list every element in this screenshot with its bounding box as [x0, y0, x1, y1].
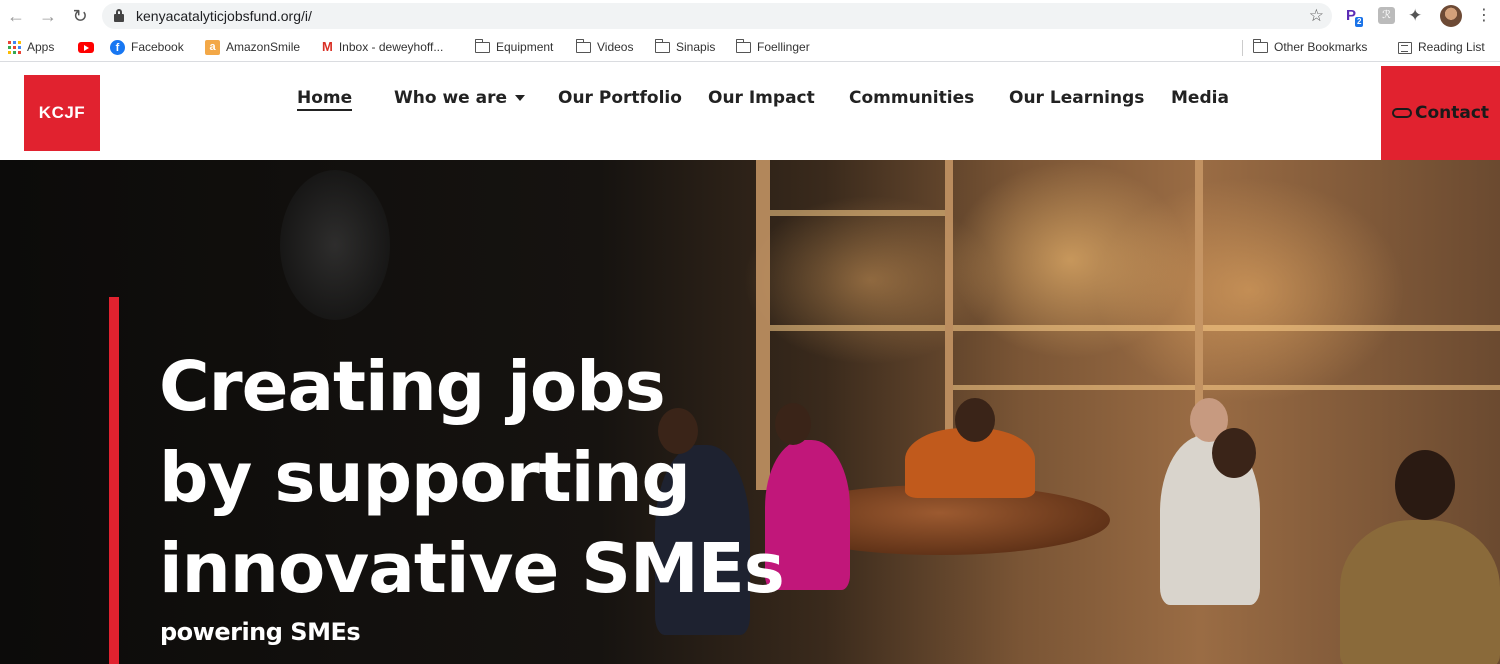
extension-badge: 2 [1355, 17, 1364, 27]
bookmarks-bar: Apps f Facebook a AmazonSmile M Inbox - dew… [0, 32, 1500, 62]
reading-list-label: Reading List [1418, 40, 1485, 54]
site-header: KCJF Home Who we are Our Portfolio Our I… [0, 66, 1500, 160]
bookmark-folder-equipment[interactable]: Equipment [474, 39, 554, 56]
lock-icon[interactable] [114, 9, 124, 22]
bookmark-amazonsmile[interactable]: a AmazonSmile [205, 40, 300, 56]
folder-icon [654, 39, 670, 54]
bookmark-label: Apps [27, 40, 55, 54]
extension-icon[interactable]: ℛ [1378, 7, 1395, 24]
other-bookmarks[interactable]: Other Bookmarks [1252, 39, 1368, 56]
hero-title: Creating jobs by supporting innovative S… [159, 342, 799, 615]
facebook-icon: f [110, 40, 125, 56]
nav-our-learnings[interactable]: Our Learnings [1009, 88, 1144, 108]
folder-icon [735, 39, 751, 54]
bookmark-label: AmazonSmile [226, 40, 301, 54]
bookmark-label: Foellinger [757, 40, 810, 54]
bookmark-apps[interactable]: Apps [8, 40, 54, 56]
hero-section: Creating jobs by supporting innovative S… [0, 160, 1500, 664]
nav-media[interactable]: Media [1171, 88, 1229, 108]
back-icon[interactable]: ← [5, 5, 27, 27]
hero-title-line: innovative SMEs [159, 529, 785, 609]
nav-our-impact[interactable]: Our Impact [708, 88, 815, 108]
extension-p-icon[interactable]: P2 [1346, 5, 1368, 27]
folder-icon [474, 39, 490, 54]
nav-communities[interactable]: Communities [849, 88, 974, 108]
bookmark-inbox[interactable]: M Inbox - deweyhoff... [322, 40, 443, 56]
amazon-icon: a [205, 40, 220, 56]
reading-list-icon [1398, 41, 1412, 54]
hero-subtitle: powering SMEs [160, 618, 361, 646]
nav-who-we-are[interactable]: Who we are [394, 88, 525, 108]
bookmarks-separator [1242, 40, 1243, 56]
bookmark-folder-videos[interactable]: Videos [575, 39, 634, 56]
profile-avatar[interactable] [1440, 5, 1462, 27]
bookmark-star-icon[interactable]: ☆ [1309, 6, 1324, 26]
bookmark-youtube[interactable] [78, 40, 100, 56]
extensions-puzzle-icon[interactable]: ✦ [1408, 5, 1430, 27]
reading-list[interactable]: Reading List [1398, 40, 1485, 56]
browser-toolbar: ← → ↻ kenyacatalyticjobsfund.org/i/ ☆ P2… [0, 0, 1500, 32]
browser-menu-icon[interactable]: ⋮ [1476, 5, 1492, 27]
gmail-icon: M [322, 39, 333, 54]
kcjf-logo[interactable]: KCJF [24, 75, 100, 151]
nav-who-we-are-label: Who we are [394, 88, 507, 108]
contact-button[interactable]: Contact [1381, 66, 1500, 160]
bookmark-label: Sinapis [676, 40, 716, 54]
nav-our-portfolio[interactable]: Our Portfolio [558, 88, 682, 108]
url-text[interactable]: kenyacatalyticjobsfund.org/i/ [136, 8, 312, 24]
contact-label: Contact [1414, 103, 1490, 123]
caret-down-icon [515, 95, 525, 101]
bookmark-folder-sinapis[interactable]: Sinapis [654, 39, 716, 56]
bookmark-label: Videos [597, 40, 634, 54]
bookmark-label: Equipment [496, 40, 554, 54]
apps-grid-icon [8, 41, 21, 55]
reload-icon[interactable]: ↻ [69, 5, 91, 27]
forward-icon[interactable]: → [37, 5, 59, 27]
bookmark-label: Facebook [131, 40, 184, 54]
nav-home[interactable]: Home [297, 88, 353, 111]
hero-title-line: Creating jobs [159, 347, 666, 427]
folder-icon [575, 39, 591, 54]
handshake-icon [1391, 108, 1412, 118]
folder-icon [1252, 39, 1268, 54]
bookmark-facebook[interactable]: f Facebook [110, 40, 184, 56]
hero-title-line: by supporting [159, 438, 691, 518]
youtube-icon [78, 42, 94, 54]
bookmark-folder-foellinger[interactable]: Foellinger [735, 39, 810, 56]
bookmark-label: Inbox - deweyhoff... [338, 40, 444, 54]
address-bar[interactable]: kenyacatalyticjobsfund.org/i/ ☆ [102, 3, 1332, 29]
other-bookmarks-label: Other Bookmarks [1274, 40, 1368, 54]
hero-accent-bar [109, 297, 119, 664]
